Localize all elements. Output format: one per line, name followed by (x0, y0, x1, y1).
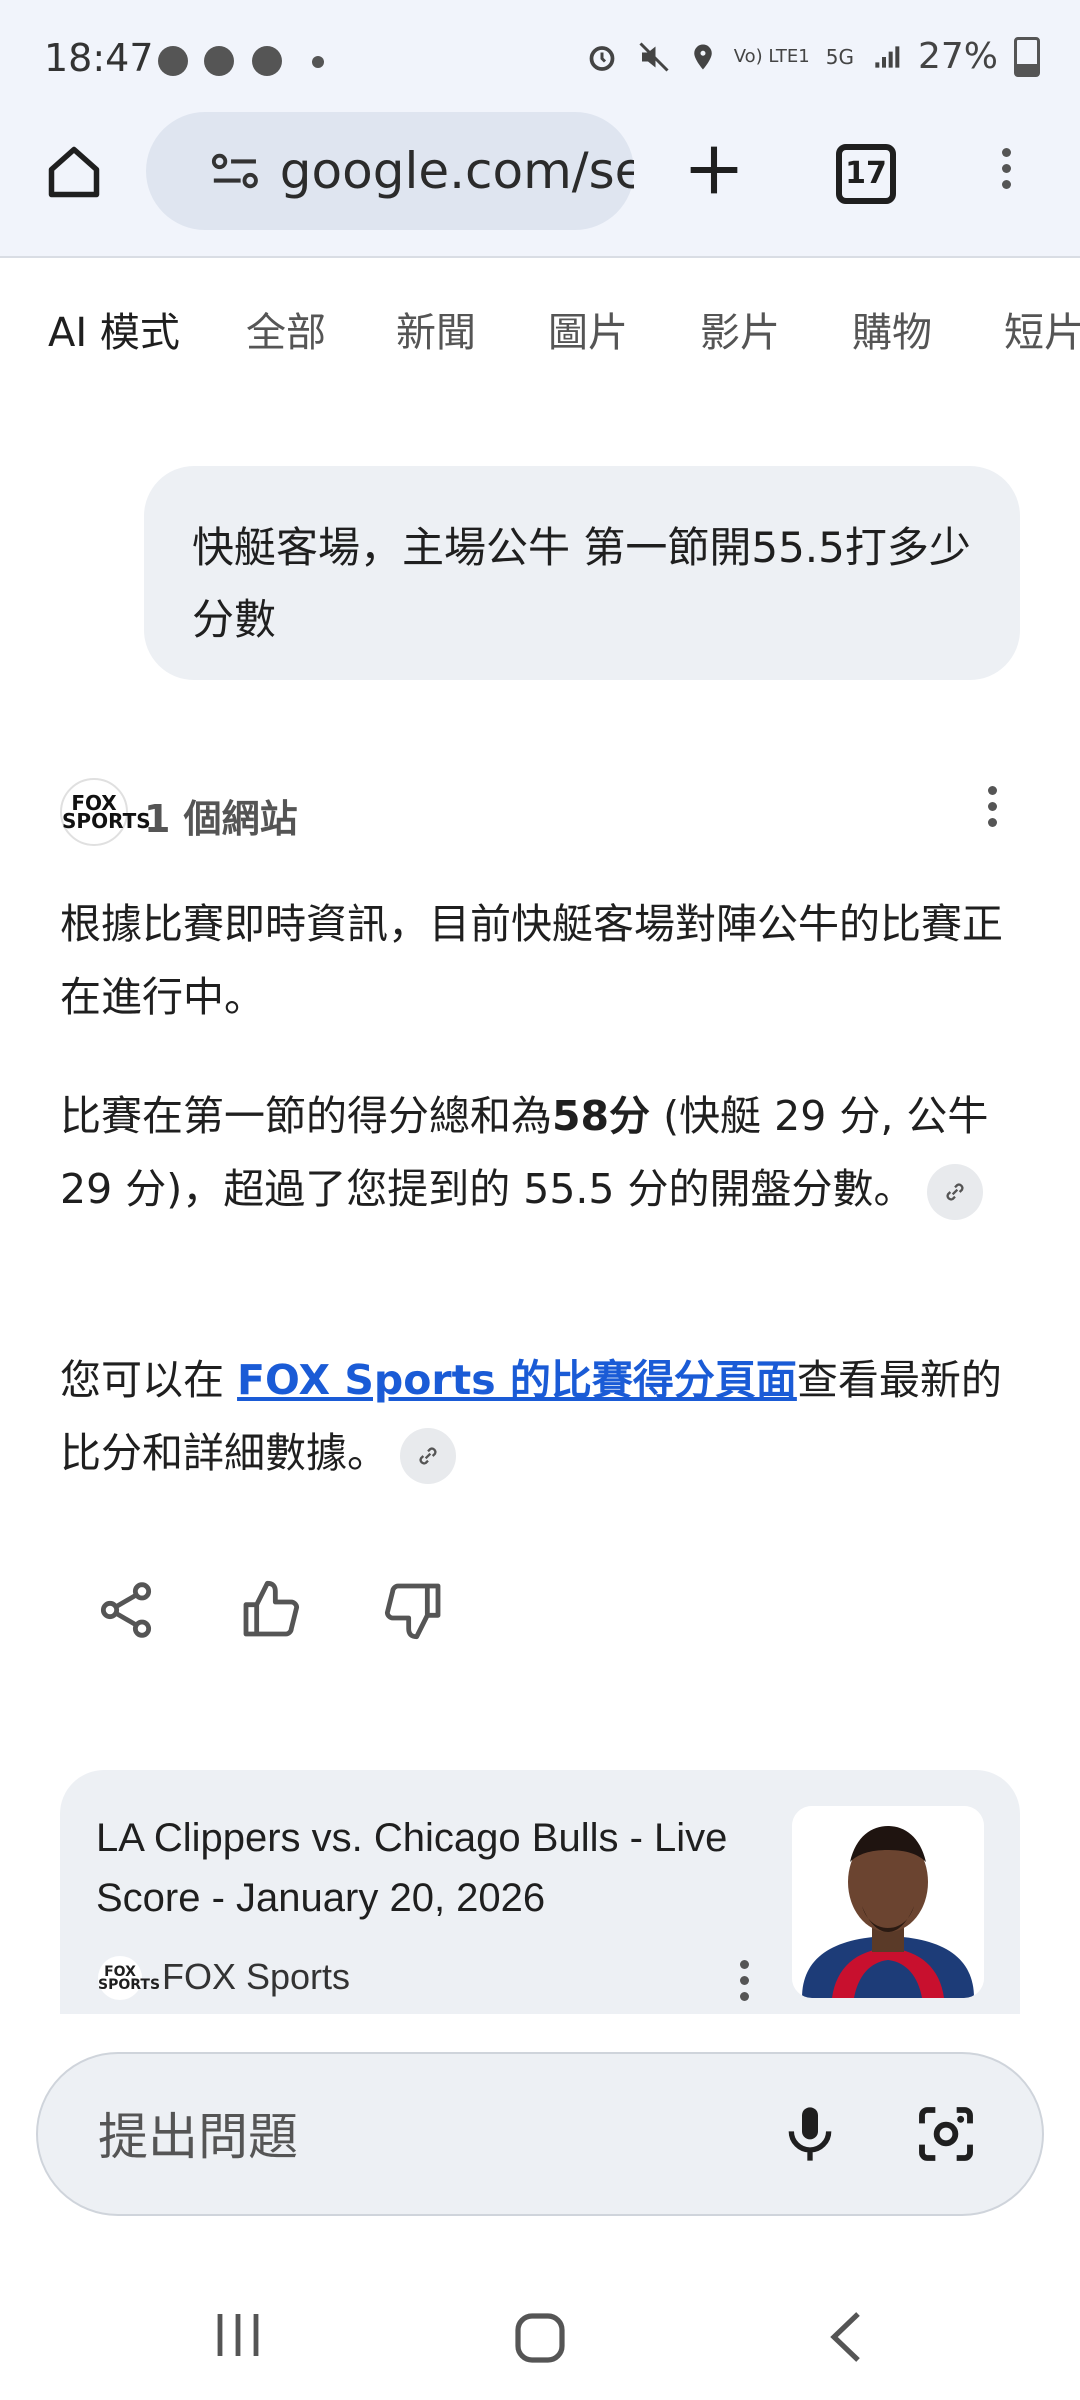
google-lens-icon[interactable] (914, 2102, 978, 2166)
tab-switcher-icon[interactable]: 17 (836, 144, 896, 204)
source-card[interactable]: LA Clippers vs. Chicago Bulls - Live Sco… (60, 1770, 1020, 2014)
battery-icon (1014, 36, 1040, 77)
home-button-icon[interactable] (512, 2310, 568, 2366)
signal-icon (875, 45, 900, 68)
home-icon[interactable] (44, 142, 104, 202)
answer-text: 比賽在第一節的得分總和為 (60, 1092, 552, 1140)
citation-link-icon[interactable] (926, 1164, 983, 1220)
fox-sports-logo: FOX SPORTS (60, 778, 151, 846)
player-thumbnail[interactable] (792, 1806, 984, 1998)
sources-count[interactable]: 1 個網站 (144, 788, 298, 843)
mute-icon (639, 41, 669, 72)
tab-ai-mode[interactable]: AI 模式 (48, 300, 180, 358)
alarm-icon (589, 45, 615, 71)
status-time: 18:47 (44, 36, 154, 80)
more-menu-icon[interactable] (1002, 148, 1012, 196)
answer-paragraph-1: 根據比賽即時資訊，目前快艇客場對陣公牛的比賽正在進行中。 (60, 900, 1003, 1021)
search-tabs: AI 模式 全部 新聞 圖片 影片 購物 短片 (0, 300, 1080, 360)
location-icon (693, 44, 712, 69)
status-indicators: Vo) LTE1 5G 27% (584, 36, 1040, 77)
url-text[interactable]: google.com/search (280, 142, 634, 200)
tab-all[interactable]: 全部 (246, 300, 326, 358)
thumbs-down-icon[interactable] (382, 1578, 446, 1642)
share-icon[interactable] (94, 1578, 158, 1642)
tab-news[interactable]: 新聞 (396, 300, 476, 358)
thumbs-up-icon[interactable] (238, 1578, 302, 1642)
answer-paragraph-2: 比賽在第一節的得分總和為58分 (快艇 29 分, 公牛 29 分)，超過了您提… (60, 1080, 1020, 1226)
logo-text: FOX SPORTS (62, 791, 151, 833)
system-nav-bar (0, 2270, 1080, 2400)
answer-text: 您可以在 (60, 1356, 238, 1404)
battery-percent: 27% (917, 36, 998, 77)
logo-text: FOX SPORTS (98, 1964, 161, 1993)
citation-link-icon[interactable] (400, 1428, 456, 1484)
response-more-icon[interactable] (988, 786, 998, 834)
card-title[interactable]: LA Clippers vs. Chicago Bulls - Live Sco… (96, 1808, 756, 1928)
fox-sports-link[interactable]: FOX Sports 的比賽得分頁面 (237, 1356, 797, 1404)
fox-sports-logo: FOX SPORTS (98, 1956, 161, 2000)
back-icon[interactable] (826, 2308, 866, 2366)
chrome-notification-icon (158, 46, 188, 76)
microphone-icon[interactable] (778, 2102, 842, 2166)
user-query-bubble: 快艇客場，主場公牛 第一節開55.5打多少分數 (144, 466, 1020, 680)
tab-shopping[interactable]: 購物 (852, 300, 932, 358)
url-bar[interactable]: google.com/search (146, 112, 634, 230)
recent-apps-icon[interactable] (212, 2310, 266, 2360)
network-type: 5G (825, 44, 854, 69)
volte-indicator: Vo) LTE1 (733, 45, 810, 67)
tab-videos[interactable]: 影片 (700, 300, 780, 358)
answer-total-score: 58分 (552, 1092, 651, 1140)
tab-images[interactable]: 圖片 (548, 300, 628, 358)
chrome-notification-icon (252, 46, 282, 76)
site-settings-icon[interactable] (210, 149, 260, 193)
tab-short-videos[interactable]: 短片 (1004, 300, 1080, 358)
card-source-name: FOX Sports (162, 1956, 351, 1997)
prompt-bar (36, 2052, 1044, 2216)
line-notification-icon (204, 46, 234, 76)
card-more-icon[interactable] (740, 1960, 750, 2008)
ask-input[interactable] (96, 2096, 740, 2178)
answer-paragraph-3: 您可以在 FOX Sports 的比賽得分頁面查看最新的比分和詳細數據。 (60, 1344, 1020, 1490)
new-tab-icon[interactable] (686, 142, 742, 198)
more-notifications-dot (312, 56, 324, 68)
